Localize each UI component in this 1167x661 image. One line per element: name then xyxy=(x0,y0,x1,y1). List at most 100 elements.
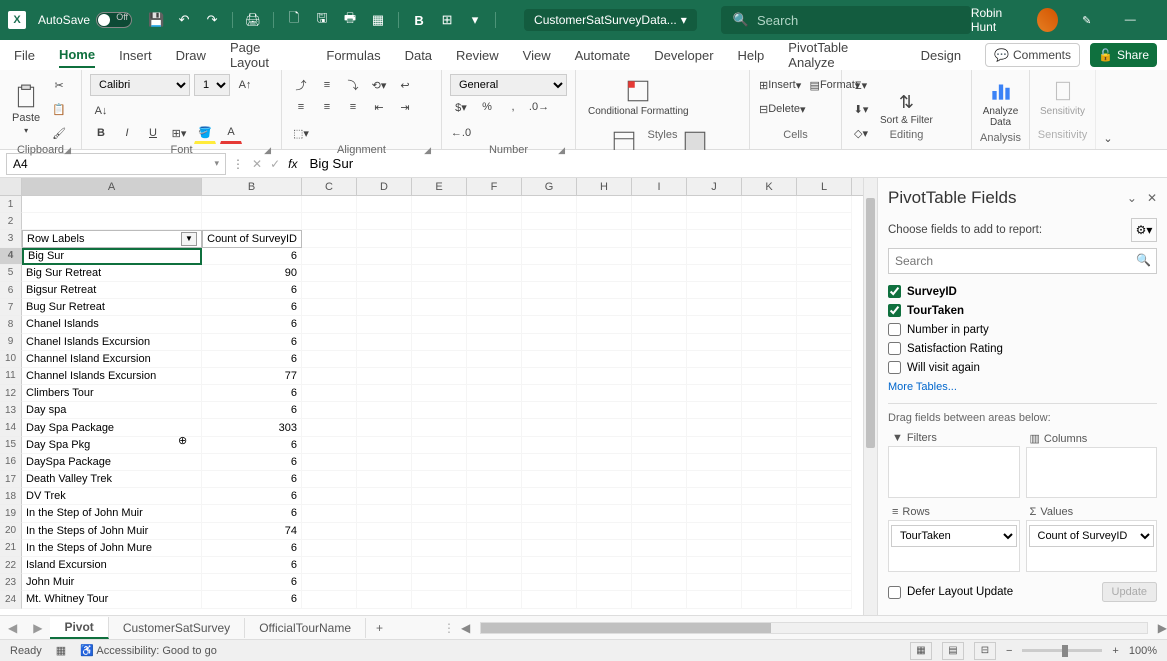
cell[interactable] xyxy=(687,402,742,419)
cell[interactable] xyxy=(467,213,522,230)
col-header-e[interactable]: E xyxy=(412,178,467,195)
cell[interactable] xyxy=(357,540,412,557)
cell[interactable] xyxy=(577,282,632,299)
field-checkbox[interactable] xyxy=(888,323,901,336)
cell[interactable]: 303 xyxy=(202,419,302,436)
cell[interactable] xyxy=(467,351,522,368)
decrease-font-icon[interactable]: A↓ xyxy=(90,100,112,122)
cell[interactable]: 6 xyxy=(202,316,302,333)
tab-data[interactable]: Data xyxy=(405,44,432,67)
cell[interactable] xyxy=(302,402,357,419)
cell[interactable]: Climbers Tour xyxy=(22,385,202,402)
cell[interactable] xyxy=(412,368,467,385)
fill-icon[interactable]: ⬇▾ xyxy=(850,98,872,120)
cell[interactable]: 74 xyxy=(202,523,302,540)
cell[interactable] xyxy=(302,505,357,522)
cell[interactable] xyxy=(742,574,797,591)
indent-dec-icon[interactable]: ⇤ xyxy=(368,96,390,118)
cell[interactable]: 77 xyxy=(202,368,302,385)
cell[interactable] xyxy=(632,557,687,574)
field-checkbox[interactable] xyxy=(888,342,901,355)
format-painter-icon[interactable]: 🖌 xyxy=(48,122,70,144)
cell[interactable] xyxy=(797,282,852,299)
cell[interactable] xyxy=(412,299,467,316)
grid-icon[interactable]: ▦ xyxy=(366,8,390,32)
underline-button[interactable]: U xyxy=(142,122,164,144)
cell[interactable] xyxy=(522,454,577,471)
tab-draw[interactable]: Draw xyxy=(176,44,206,67)
dialog-launcher-icon[interactable]: ◢ xyxy=(424,145,431,156)
undo-icon[interactable]: ↶ xyxy=(172,8,196,32)
cell[interactable] xyxy=(632,454,687,471)
tab-insert[interactable]: Insert xyxy=(119,44,152,67)
minimize-button[interactable]: — xyxy=(1115,5,1145,35)
cell[interactable] xyxy=(357,196,412,213)
enter-fx-icon[interactable]: ✓ xyxy=(270,157,280,171)
cell[interactable]: Mt. Whitney Tour xyxy=(22,591,202,608)
cell[interactable] xyxy=(522,316,577,333)
cell[interactable] xyxy=(632,248,687,265)
col-header-k[interactable]: K xyxy=(742,178,797,195)
cell[interactable]: Bigsur Retreat xyxy=(22,282,202,299)
cell[interactable] xyxy=(412,523,467,540)
inc-decimal-icon[interactable]: .0→ xyxy=(528,96,550,118)
vertical-scrollbar[interactable] xyxy=(863,178,877,615)
cell[interactable] xyxy=(467,248,522,265)
border-button[interactable]: ⊞▾ xyxy=(168,122,190,144)
cell[interactable]: Count of SurveyID xyxy=(202,230,302,247)
cell[interactable] xyxy=(357,454,412,471)
sheet-tab-pivot[interactable]: Pivot xyxy=(50,617,108,639)
row-header[interactable]: 12 xyxy=(0,385,22,402)
row-header[interactable]: 11 xyxy=(0,368,22,385)
cell[interactable] xyxy=(412,488,467,505)
field-item[interactable]: TourTaken xyxy=(888,301,1157,320)
align-center-icon[interactable]: ≡ xyxy=(316,96,338,118)
cell[interactable] xyxy=(522,248,577,265)
cell[interactable]: DaySpa Package xyxy=(22,454,202,471)
cell[interactable] xyxy=(742,505,797,522)
cell[interactable] xyxy=(302,540,357,557)
search-box[interactable]: 🔍 Search xyxy=(721,6,971,34)
dialog-launcher-icon[interactable]: ◢ xyxy=(264,145,271,156)
cell[interactable] xyxy=(742,196,797,213)
spreadsheet-grid[interactable]: A B C D E F G H I J K L ⊕ 123Row Labels▼… xyxy=(0,178,863,615)
cell[interactable] xyxy=(797,523,852,540)
cell[interactable]: 6 xyxy=(202,299,302,316)
collapse-ribbon-icon[interactable]: ⌄ xyxy=(1096,70,1120,149)
conditional-formatting-button[interactable]: Conditional Formatting xyxy=(584,74,693,121)
cell[interactable] xyxy=(302,488,357,505)
cell[interactable]: In the Step of John Muir xyxy=(22,505,202,522)
cell[interactable]: Channel Islands Excursion xyxy=(22,368,202,385)
cell[interactable] xyxy=(467,540,522,557)
align-bottom-icon[interactable]: ⤵ xyxy=(342,74,364,96)
cell[interactable]: Day Spa Pkg xyxy=(22,437,202,454)
cell[interactable] xyxy=(797,540,852,557)
tab-automate[interactable]: Automate xyxy=(575,44,631,67)
bold-button[interactable]: B xyxy=(90,122,112,144)
tab-formulas[interactable]: Formulas xyxy=(326,44,380,67)
cell[interactable] xyxy=(577,196,632,213)
cell[interactable] xyxy=(797,334,852,351)
italic-button[interactable]: I xyxy=(116,122,138,144)
cell[interactable] xyxy=(522,385,577,402)
cell[interactable] xyxy=(632,368,687,385)
cell[interactable] xyxy=(302,419,357,436)
cell[interactable] xyxy=(357,213,412,230)
cell[interactable] xyxy=(302,248,357,265)
cell[interactable] xyxy=(687,230,742,247)
cell[interactable] xyxy=(302,437,357,454)
cell[interactable] xyxy=(632,591,687,608)
row-header[interactable]: 23 xyxy=(0,574,22,591)
cell[interactable] xyxy=(742,265,797,282)
cell[interactable] xyxy=(797,591,852,608)
row-header[interactable]: 13 xyxy=(0,402,22,419)
chevron-down-icon[interactable]: ⌄ xyxy=(1127,191,1137,205)
cell[interactable]: 6 xyxy=(202,471,302,488)
maximize-button[interactable]: ▢ xyxy=(1159,5,1167,35)
cell[interactable] xyxy=(687,557,742,574)
cell[interactable] xyxy=(577,248,632,265)
cell[interactable]: John Muir xyxy=(22,574,202,591)
cell[interactable] xyxy=(797,299,852,316)
cell[interactable] xyxy=(577,540,632,557)
cell[interactable] xyxy=(412,505,467,522)
